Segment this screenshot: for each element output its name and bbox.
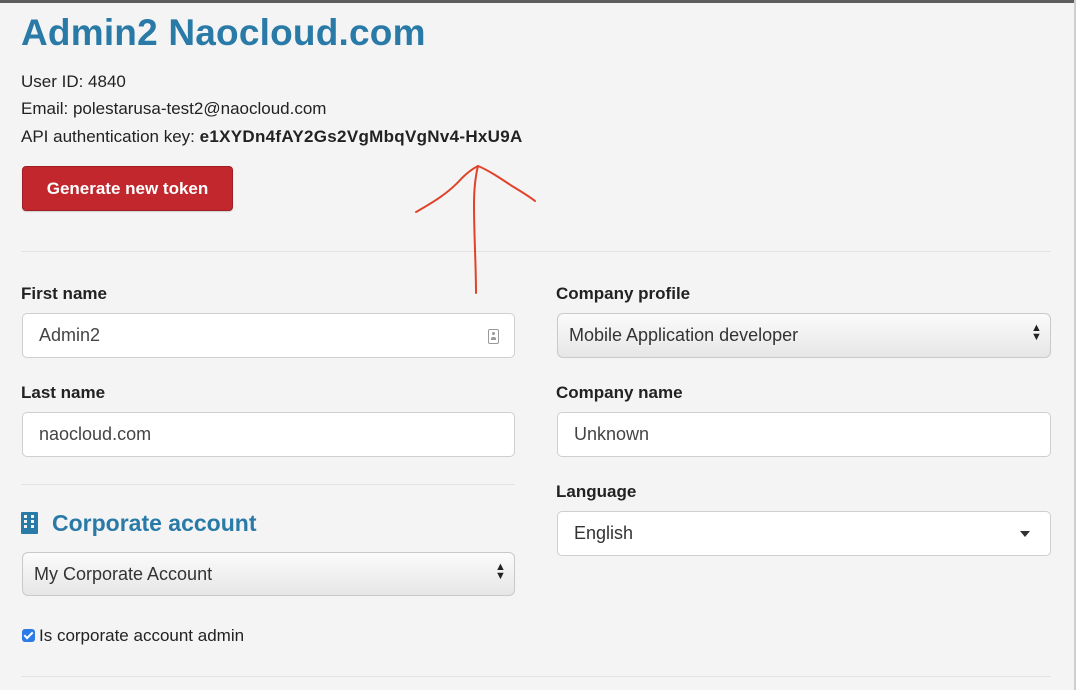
annotation-arrow	[415, 165, 536, 294]
